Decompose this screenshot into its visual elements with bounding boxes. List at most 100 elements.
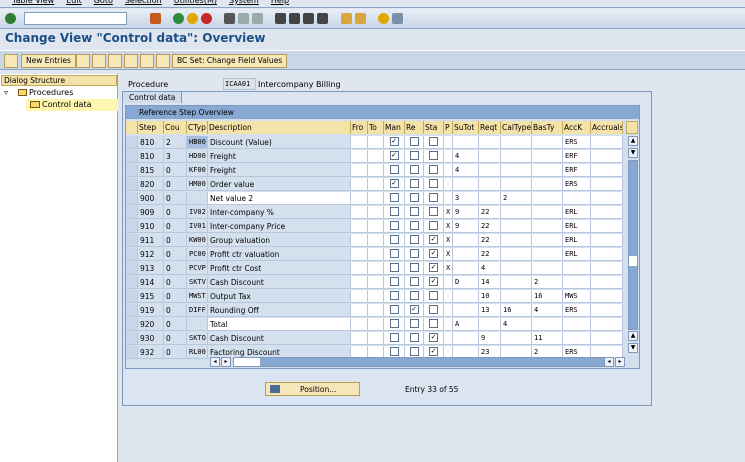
column-header-description[interactable]: Description: [208, 121, 351, 134]
table-cell[interactable]: [532, 234, 563, 247]
checkbox[interactable]: [389, 221, 399, 230]
table-cell-input[interactable]: [351, 206, 368, 219]
checkbox[interactable]: [389, 165, 399, 174]
row-selector[interactable]: [126, 248, 138, 261]
table-cell[interactable]: [501, 332, 532, 345]
table-cell[interactable]: [532, 150, 563, 163]
table-cell[interactable]: [563, 262, 591, 275]
row-selector[interactable]: [126, 304, 138, 317]
table-cell[interactable]: 11: [532, 332, 563, 345]
menu-item[interactable]: System: [229, 0, 259, 5]
row-selector[interactable]: [126, 346, 138, 359]
table-cell[interactable]: [532, 248, 563, 261]
table-cell[interactable]: 22: [479, 206, 501, 219]
table-cell[interactable]: SKTO: [187, 332, 208, 345]
table-cell-input[interactable]: [368, 332, 384, 345]
scroll-far-left-icon[interactable]: ◂: [604, 357, 614, 367]
table-cell-input[interactable]: [368, 234, 384, 247]
table-cell[interactable]: [532, 136, 563, 149]
table-cell[interactable]: 4: [532, 304, 563, 317]
table-cell[interactable]: [591, 318, 623, 331]
table-cell[interactable]: PC00: [187, 248, 208, 261]
table-cell[interactable]: SKTV: [187, 276, 208, 289]
table-cell[interactable]: [444, 332, 453, 345]
column-header-step[interactable]: Step: [138, 121, 164, 134]
table-cell-input[interactable]: [351, 248, 368, 261]
checkbox[interactable]: [409, 319, 419, 328]
scroll-down-icon[interactable]: ▼: [628, 343, 638, 353]
checkbox[interactable]: ✓: [429, 263, 438, 272]
checkbox[interactable]: [389, 193, 399, 202]
checkbox[interactable]: [389, 305, 399, 314]
next-page-icon[interactable]: [303, 13, 314, 24]
menu-item[interactable]: Utilities(M): [174, 0, 217, 5]
scroll-page-down-icon[interactable]: ▼: [628, 148, 638, 158]
table-cell[interactable]: ERS: [563, 136, 591, 149]
table-cell[interactable]: [501, 248, 532, 261]
table-cell[interactable]: X: [444, 262, 453, 275]
tab-control-data[interactable]: Control data: [122, 91, 183, 103]
table-cell[interactable]: 2: [532, 276, 563, 289]
scroll-left-icon[interactable]: ◂: [210, 357, 220, 367]
new-session-icon[interactable]: [341, 13, 352, 24]
table-cell[interactable]: [444, 164, 453, 177]
table-cell[interactable]: [532, 262, 563, 275]
table-cell[interactable]: [591, 136, 623, 149]
table-cell[interactable]: D: [453, 276, 479, 289]
menu-item[interactable]: Edit: [66, 0, 82, 5]
select-all-icon[interactable]: [124, 54, 138, 68]
table-cell[interactable]: IV01: [187, 220, 208, 233]
checkbox[interactable]: [429, 165, 438, 174]
row-selector[interactable]: [126, 262, 138, 275]
checkbox[interactable]: [409, 165, 419, 174]
table-cell[interactable]: [187, 192, 208, 205]
table-cell[interactable]: 16: [501, 304, 532, 317]
shortcut-icon[interactable]: [355, 13, 366, 24]
table-cell[interactable]: IV02: [187, 206, 208, 219]
table-cell-input[interactable]: [368, 220, 384, 233]
table-cell[interactable]: [591, 206, 623, 219]
table-cell[interactable]: [591, 290, 623, 303]
menu-item[interactable]: Help: [271, 0, 289, 5]
table-cell[interactable]: [532, 164, 563, 177]
table-cell[interactable]: [444, 136, 453, 149]
table-cell[interactable]: [532, 192, 563, 205]
table-cell-input[interactable]: [351, 290, 368, 303]
checkbox[interactable]: [389, 277, 399, 286]
table-cell-input[interactable]: [351, 234, 368, 247]
scroll-page-up-icon[interactable]: ▲: [628, 331, 638, 341]
table-cell-input[interactable]: [368, 178, 384, 191]
checkbox[interactable]: [389, 235, 399, 244]
column-header-man[interactable]: Man: [384, 121, 405, 134]
table-cell[interactable]: [453, 248, 479, 261]
table-cell[interactable]: [453, 304, 479, 317]
table-cell[interactable]: [501, 220, 532, 233]
checkbox[interactable]: [389, 333, 399, 342]
table-cell[interactable]: KF00: [187, 164, 208, 177]
column-header-reqt[interactable]: Reqt: [479, 121, 501, 134]
last-page-icon[interactable]: [317, 13, 328, 24]
table-cell[interactable]: 16: [532, 290, 563, 303]
table-cell[interactable]: [532, 220, 563, 233]
column-header-ctyp[interactable]: CTyp: [187, 121, 208, 134]
row-selector[interactable]: [126, 234, 138, 247]
table-cell-input[interactable]: [351, 136, 368, 149]
table-cell[interactable]: [453, 136, 479, 149]
checkbox[interactable]: [409, 333, 419, 342]
table-cell-input[interactable]: [351, 318, 368, 331]
column-header-fro[interactable]: Fro: [351, 121, 368, 134]
table-cell[interactable]: [563, 276, 591, 289]
checkbox[interactable]: ✓: [389, 137, 399, 146]
horizontal-scroll-thumb[interactable]: [234, 358, 260, 366]
table-cell[interactable]: KW00: [187, 234, 208, 247]
select-all-rows-button[interactable]: [126, 121, 138, 134]
table-cell[interactable]: ERL: [563, 206, 591, 219]
table-cell[interactable]: 14: [479, 276, 501, 289]
table-cell[interactable]: [501, 136, 532, 149]
checkbox[interactable]: [409, 151, 419, 160]
table-cell-input[interactable]: [351, 276, 368, 289]
table-cell-input[interactable]: [368, 304, 384, 317]
checkbox[interactable]: [429, 179, 438, 188]
checkbox[interactable]: [409, 347, 419, 356]
table-cell[interactable]: 9: [479, 332, 501, 345]
